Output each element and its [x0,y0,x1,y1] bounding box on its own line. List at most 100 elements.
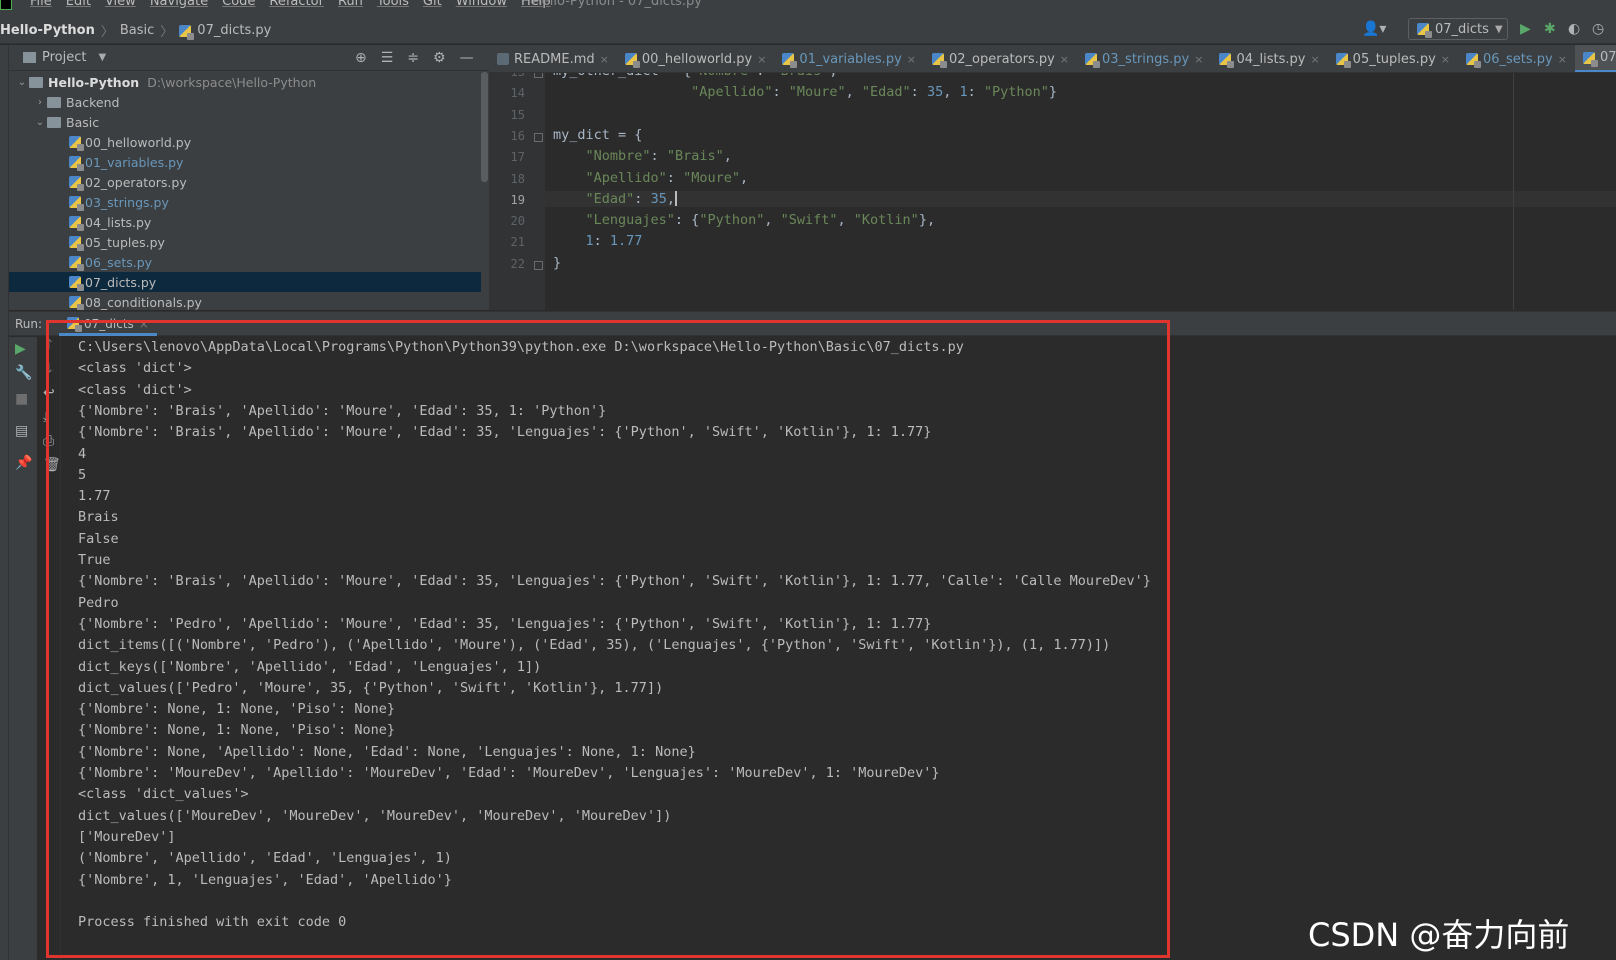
menu-item-navigate[interactable]: Navigate [150,0,208,9]
locate-icon[interactable]: ⊕ [355,50,367,66]
close-icon[interactable]: × [757,53,766,66]
project-scrollbar[interactable] [481,72,488,182]
project-folder-icon [23,52,36,63]
wrench-icon[interactable]: 🔧 [15,365,32,381]
editor-tab[interactable]: 05_tuples.py × [1328,45,1458,72]
python-file-icon [69,236,84,251]
run-toolbar: ▶ 🔧 ■ ▤ 📌 [9,337,37,960]
menu-item-code[interactable]: Code [222,0,255,9]
stop-icon[interactable]: ■ [15,391,28,407]
user-icon[interactable]: 👤▾ [1362,21,1386,37]
debug-icon[interactable]: ✱ [1544,21,1556,37]
close-icon[interactable]: × [1441,53,1450,66]
tree-item[interactable]: › Backend [9,92,481,112]
editor-tab[interactable]: 06_sets.py × [1458,45,1575,72]
line-number: 17 [510,150,525,165]
chevron-down-icon[interactable]: ⌄ [33,117,47,128]
python-file-icon [69,176,84,191]
layout-icon[interactable]: ▤ [15,423,28,439]
gear-icon[interactable]: ⚙ [433,50,446,66]
project-panel-title[interactable]: Project [42,50,86,65]
tree-item[interactable]: 02_operators.py [9,172,481,192]
python-file-icon [1582,51,1598,67]
python-file-icon [782,53,798,68]
pin-icon[interactable]: 📌 [15,455,32,471]
tree-item[interactable]: 05_tuples.py [9,232,481,252]
fold-marker-icon[interactable] [534,73,543,78]
breadcrumb-separator-icon: 〉 [100,25,114,40]
tree-item[interactable]: 00_helloworld.py [9,132,481,152]
rerun-icon[interactable]: ▶ [15,341,26,357]
tree-item[interactable]: ⌄ Hello-Python D:\workspace\Hello-Python [9,72,481,92]
fold-marker-icon[interactable] [534,132,543,142]
code-line: "Nombre": "Brais", [585,148,732,165]
tree-item-label: Hello-Python [48,74,140,90]
close-icon[interactable]: × [1194,53,1203,66]
close-icon[interactable]: × [1060,53,1069,66]
editor-gutter: 13 14 15 16 17 18 19 20 21 22 [489,73,545,310]
expand-all-icon[interactable]: ☰ [381,50,394,66]
close-icon[interactable]: × [1558,53,1567,66]
python-file-icon [931,53,947,68]
minimize-icon[interactable]: — [460,50,474,66]
editor-tab-label: README.md [514,51,595,67]
python-file-icon [69,136,84,151]
tree-item[interactable]: ⌄ Basic [9,112,481,132]
close-icon[interactable]: × [1310,53,1319,66]
code-line: "Edad": 35, [545,190,1616,207]
tree-item-label: 07_dicts.py [85,274,157,290]
tree-item[interactable]: 03_strings.py [9,192,481,212]
chevron-right-icon[interactable]: › [33,97,47,108]
project-tree: ⌄ Hello-Python D:\workspace\Hello-Python › B… [9,72,481,310]
editor-tab[interactable]: 02_operators.py × [924,45,1077,72]
menu-item-refactor[interactable]: Refactor [269,0,324,9]
tree-item[interactable]: 01_variables.py [9,152,481,172]
close-icon[interactable]: × [907,53,916,66]
editor-tab[interactable]: 03_strings.py × [1077,45,1211,72]
collapse-all-icon[interactable]: ≑ [407,50,419,66]
editor-tab-label: 07_dicts.py [1599,50,1616,65]
close-icon[interactable]: × [600,53,609,66]
menu-item-git[interactable]: Git [423,0,442,9]
chevron-down-icon[interactable]: ⌄ [15,77,29,88]
code-editor[interactable]: 13 14 15 16 17 18 19 20 21 22 my_other_dict = {"N… [489,73,1616,310]
window-title: Hello-Python - 07_dicts.py [532,0,702,9]
editor-tab[interactable]: 07_dicts.py× [1574,45,1616,72]
editor-tab[interactable]: 00_helloworld.py × [617,45,775,72]
menu-item-file[interactable]: File [30,0,52,9]
code-line: "Lenguajes": {"Python", "Swift", "Kotlin… [585,212,936,229]
menu-bar: File Edit View Navigate Code Refactor Run Tools… [0,0,1616,14]
editor-tab-label: 03_strings.py [1102,51,1190,67]
chevron-down-icon[interactable]: ▼ [98,52,106,63]
line-number: 16 [510,128,525,143]
run-config-label: 07_dicts [1435,21,1489,37]
python-file-icon [1465,53,1481,68]
breadcrumb-project[interactable]: Hello-Python [0,23,95,38]
line-number: 20 [510,214,525,229]
menu-item-tools[interactable]: Tools [377,0,409,9]
editor-tab[interactable]: 04_lists.py × [1211,45,1327,72]
editor-tab[interactable]: 01_variables.py × [774,45,924,72]
tree-item-label: 00_helloworld.py [85,134,192,150]
run-icon[interactable]: ▶ [1520,21,1531,37]
menu-item-run[interactable]: Run [338,0,363,9]
menu-item-window[interactable]: Window [456,0,507,9]
tree-item[interactable]: 06_sets.py [9,252,481,272]
tree-item[interactable]: 08_conditionals.py [9,292,481,310]
editor-tab[interactable]: README.md × [489,45,617,72]
menu-item-edit[interactable]: Edit [66,0,91,9]
coverage-icon[interactable]: ◐ [1568,21,1580,37]
run-config-selector[interactable]: 07_dicts ▼ [1408,18,1508,40]
fold-marker-icon[interactable] [534,260,543,270]
annotation-highlight-box [46,320,1170,958]
editor-tab-label: 01_variables.py [799,51,902,67]
line-number: 19 [510,192,525,207]
tree-item[interactable]: 04_lists.py [9,212,481,232]
code-line: "Apellido": "Moure", [585,169,749,186]
breadcrumb-file[interactable]: 07_dicts.py [197,23,271,38]
menu-item-view[interactable]: View [105,0,136,9]
tree-item[interactable]: 07_dicts.py [9,272,481,292]
python-file-icon [624,53,640,68]
profile-icon[interactable]: ◷ [1592,21,1604,37]
breadcrumb-folder[interactable]: Basic [120,23,154,38]
